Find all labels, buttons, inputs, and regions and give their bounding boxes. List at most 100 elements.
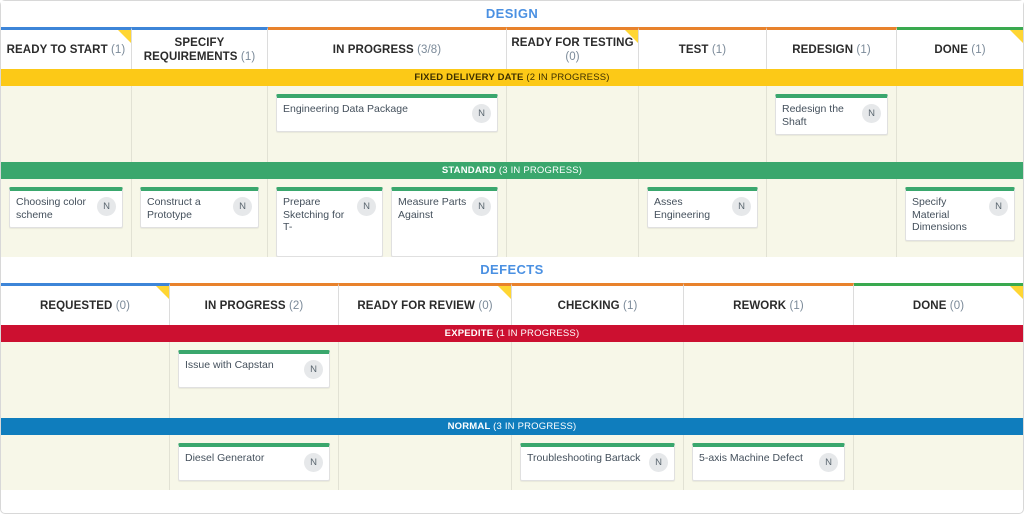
swimlane-cell[interactable]	[512, 342, 684, 418]
swimlane-cell[interactable]: Specify Material DimensionsN	[897, 179, 1023, 257]
column-card-count: (2)	[289, 300, 303, 312]
card-title: Prepare Sketching for T-	[283, 196, 357, 234]
kanban-card[interactable]: Diesel GeneratorN	[178, 443, 330, 481]
column-title: CHECKING	[558, 300, 620, 312]
column-header-text: IN PROGRESS (3/8)	[333, 43, 441, 57]
swimlane-cell[interactable]	[507, 86, 639, 162]
swimlane-cell[interactable]	[1, 435, 170, 490]
avatar[interactable]: N	[649, 453, 668, 472]
swimlane-cell[interactable]	[339, 342, 512, 418]
column-header-row: READY TO START (1) SPECIFY REQUIREMENTS (…	[1, 27, 1023, 69]
column-title: REWORK	[733, 300, 786, 312]
swimlane-cell[interactable]: Prepare Sketching for T-NMeasure Parts A…	[268, 179, 507, 257]
column-card-count: (0)	[565, 51, 579, 63]
swimlane-header-expedite[interactable]: EXPEDITE (1 IN PROGRESS)	[1, 325, 1023, 342]
column-card-count: (1)	[111, 44, 125, 56]
kanban-card[interactable]: Issue with CapstanN	[178, 350, 330, 388]
column-title: DONE	[934, 44, 968, 56]
swimlane-cell[interactable]: Redesign the ShaftN	[767, 86, 897, 162]
wip-limit-corner-icon	[498, 286, 511, 299]
swimlane-cell[interactable]: 5-axis Machine DefectN	[684, 435, 854, 490]
card-title: Engineering Data Package	[283, 103, 472, 116]
kanban-card[interactable]: Redesign the ShaftN	[775, 94, 888, 135]
swimlane-header-standard[interactable]: STANDARD (3 IN PROGRESS)	[1, 162, 1023, 179]
avatar[interactable]: N	[989, 197, 1008, 216]
swimlane-cell[interactable]	[507, 179, 639, 257]
swimlane-cell[interactable]: Choosing color schemeN	[1, 179, 132, 257]
column-card-count: (1)	[789, 300, 803, 312]
swimlane-cell[interactable]	[1, 342, 170, 418]
column-header-checking[interactable]: CHECKING (1)	[512, 283, 684, 325]
avatar[interactable]: N	[819, 453, 838, 472]
avatar[interactable]: N	[732, 197, 751, 216]
column-card-count: (0)	[116, 300, 130, 312]
swimlane-cell[interactable]	[854, 435, 1023, 490]
wip-limit-corner-icon	[1010, 286, 1023, 299]
swimlane-cell[interactable]	[339, 435, 512, 490]
column-header-done[interactable]: DONE (1)	[897, 27, 1023, 69]
swimlane-cell[interactable]: Construct a PrototypeN	[132, 179, 268, 257]
swimlane-cell[interactable]: Issue with CapstanN	[170, 342, 339, 418]
avatar[interactable]: N	[472, 197, 491, 216]
column-header-text: READY TO START (1)	[7, 43, 126, 57]
swimlane-cell[interactable]	[767, 179, 897, 257]
avatar[interactable]: N	[304, 453, 323, 472]
swimlane-cell[interactable]	[684, 342, 854, 418]
column-header-text: DONE (1)	[934, 43, 985, 57]
column-header-text: CHECKING (1)	[558, 299, 638, 313]
kanban-card[interactable]: Construct a PrototypeN	[140, 187, 259, 228]
swimlane-cell[interactable]: Asses EngineeringN	[639, 179, 767, 257]
avatar[interactable]: N	[233, 197, 252, 216]
kanban-card[interactable]: Specify Material DimensionsN	[905, 187, 1015, 241]
swimlane-header-normal[interactable]: NORMAL (3 IN PROGRESS)	[1, 418, 1023, 435]
kanban-card[interactable]: 5-axis Machine DefectN	[692, 443, 845, 481]
column-title: READY FOR TESTING	[511, 37, 633, 49]
swimlane-body: Engineering Data PackageNRedesign the Sh…	[1, 86, 1023, 162]
kanban-card[interactable]: Choosing color schemeN	[9, 187, 123, 228]
column-header-in-progress[interactable]: IN PROGRESS (2)	[170, 283, 339, 325]
swimlane-body: Issue with CapstanN	[1, 342, 1023, 418]
kanban-card[interactable]: Troubleshooting BartackN	[520, 443, 675, 481]
column-header-text: TEST (1)	[679, 43, 726, 57]
swimlane-cell[interactable]	[897, 86, 1023, 162]
column-card-count: (3/8)	[417, 44, 441, 56]
card-title: Construct a Prototype	[147, 196, 233, 221]
avatar[interactable]: N	[97, 197, 116, 216]
swimlane-header-fixed-delivery-date[interactable]: FIXED DELIVERY DATE (2 IN PROGRESS)	[1, 69, 1023, 86]
swimlane-cell[interactable]: Engineering Data PackageN	[268, 86, 507, 162]
column-title: TEST	[679, 44, 709, 56]
column-card-count: (1)	[712, 44, 726, 56]
swimlane-cell[interactable]	[639, 86, 767, 162]
kanban-card[interactable]: Measure Parts AgainstN	[391, 187, 498, 257]
column-header-done[interactable]: DONE (0)	[854, 283, 1023, 325]
kanban-card[interactable]: Engineering Data PackageN	[276, 94, 498, 132]
swimlane-body: Choosing color schemeN Construct a Protot…	[1, 179, 1023, 257]
column-header-test[interactable]: TEST (1)	[639, 27, 767, 69]
column-header-ready-for-review[interactable]: READY FOR REVIEW (0)	[339, 283, 512, 325]
swimlane-progress: (3 IN PROGRESS)	[499, 165, 582, 176]
kanban-card[interactable]: Prepare Sketching for T-N	[276, 187, 383, 257]
swimlane-cell[interactable]	[854, 342, 1023, 418]
column-header-requested[interactable]: REQUESTED (0)	[1, 283, 170, 325]
swimlane-progress: (2 IN PROGRESS)	[526, 72, 609, 83]
avatar[interactable]: N	[862, 104, 881, 123]
avatar[interactable]: N	[357, 197, 376, 216]
column-header-text: REWORK (1)	[733, 299, 804, 313]
column-header-text: SPECIFY REQUIREMENTS (1)	[136, 36, 263, 64]
column-header-rework[interactable]: REWORK (1)	[684, 283, 854, 325]
swimlane-cell[interactable]	[132, 86, 268, 162]
swimlane-cell[interactable]: Diesel GeneratorN	[170, 435, 339, 490]
column-title: IN PROGRESS	[333, 44, 414, 56]
swimlane-cell[interactable]: Troubleshooting BartackN	[512, 435, 684, 490]
avatar[interactable]: N	[472, 104, 491, 123]
column-header-in-progress[interactable]: IN PROGRESS (3/8)	[268, 27, 507, 69]
column-header-redesign[interactable]: REDESIGN (1)	[767, 27, 897, 69]
column-header-ready-to-start[interactable]: READY TO START (1)	[1, 27, 132, 69]
avatar[interactable]: N	[304, 360, 323, 379]
column-header-specify-requirements[interactable]: SPECIFY REQUIREMENTS (1)	[132, 27, 268, 69]
column-header-text: IN PROGRESS (2)	[205, 299, 304, 313]
column-header-ready-for-testing[interactable]: READY FOR TESTING (0)	[507, 27, 639, 69]
swimlane-name: STANDARD	[442, 165, 496, 176]
swimlane-cell[interactable]	[1, 86, 132, 162]
kanban-card[interactable]: Asses EngineeringN	[647, 187, 758, 228]
